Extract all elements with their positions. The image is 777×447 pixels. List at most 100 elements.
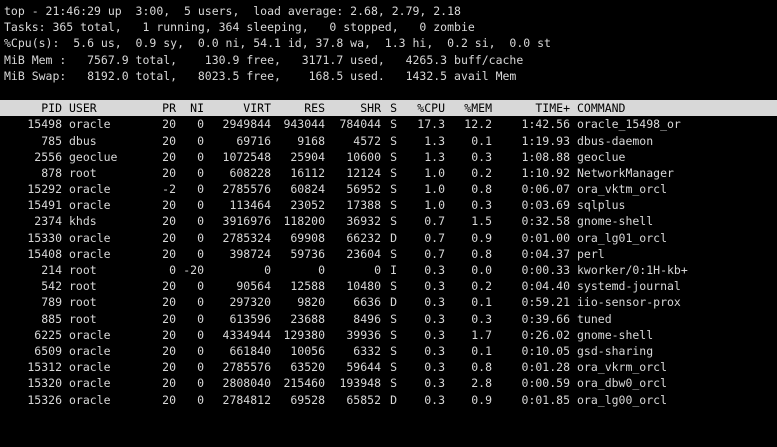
process-user: root [69,295,97,310]
process-s: S [390,343,397,358]
process-pid: 15491 [27,198,62,213]
process-row[interactable]: 15408 oracle 20 0 398724 59736 23604 S 0.7 0.8 0:0… [4,246,777,262]
process-cpu: 0.3 [424,343,445,358]
process-row[interactable]: 789 root 20 0 297320 9820 6636 D 0.3 0.1 0:59.21 ii… [4,294,777,310]
process-s: S [390,133,397,148]
process-virt: 661840 [229,343,271,358]
process-mem: 0.8 [471,182,492,197]
process-command: iio-sensor-prox [577,295,681,310]
process-row[interactable]: 2556 geoclue 20 0 1072548 25904 10600 S 1.3 0.3 1:… [4,149,777,165]
process-shr: 12124 [346,165,381,180]
process-row[interactable]: 15326 oracle 20 0 2784812 69528 65852 D 0.3 0.9 0:… [4,392,777,408]
process-virt: 90564 [236,279,271,294]
process-command: dbus-daemon [577,133,654,148]
process-row[interactable]: 15292 oracle -2 0 2785576 60824 56952 S 1.0 0.8 0:… [4,181,777,197]
process-pid: 785 [41,133,62,148]
process-row[interactable]: 6225 oracle 20 0 4334944 129380 39936 S 0.3 1.7 0:… [4,327,777,343]
process-virt: 398724 [229,246,271,261]
process-pr: 20 [162,214,176,229]
process-row[interactable]: 878 root 20 0 608228 16112 12124 S 1.0 0.2 1:10.92… [4,165,777,181]
process-virt: 2785576 [222,360,271,375]
process-row[interactable]: 542 root 20 0 90564 12588 10480 S 0.3 0.2 0:04.40 s… [4,278,777,294]
process-pr: 20 [162,133,176,148]
process-time: 1:10.92 [521,165,570,180]
process-command: gnome-shell [577,214,654,229]
col-cpu: %CPU [417,101,445,116]
process-res: 10056 [290,343,325,358]
process-command: kworker/0:1H-kb+ [577,263,688,277]
process-mem: 0.8 [471,360,492,375]
process-row[interactable]: 15330 oracle 20 0 2785324 69908 66232 D 0.7 0.9 0:… [4,230,777,246]
process-user: oracle [69,343,111,358]
process-virt: 2785324 [222,230,271,245]
process-mem: 0.2 [471,279,492,294]
process-s: D [390,392,397,407]
process-mem: 0.0 [471,263,492,277]
process-row[interactable]: 15320 oracle 20 0 2808040 215460 193948 S 0.3 2.8… [4,375,777,391]
process-pid: 15312 [27,360,62,375]
process-shr: 6636 [353,295,381,310]
process-command: geoclue [577,149,626,164]
process-s: I [390,263,397,277]
process-shr: 8496 [353,311,381,326]
process-row[interactable]: 15491 oracle 20 0 113464 23052 17388 S 1.0 0.3 0:0… [4,197,777,213]
terminal-window[interactable]: top - 21:46:29 up 3:00, 5 users, load av… [0,0,777,447]
process-command: NetworkManager [577,165,674,180]
process-row[interactable]: 785 dbus 20 0 69716 9168 4572 S 1.3 0.1 1:19.93 dbu… [4,133,777,149]
process-user: geoclue [69,149,118,164]
process-command: ora_lg01_orcl [577,230,668,245]
process-pr: 20 [162,295,176,310]
process-pr: 20 [162,149,176,164]
process-cpu: 1.3 [424,149,445,164]
process-row[interactable]: 2374 khds 20 0 3916976 118200 36932 S 0.7 1.5 0:32… [4,213,777,229]
process-ni: 0 [197,343,204,358]
process-s: S [390,198,397,213]
process-ni: 0 [197,198,204,213]
process-ni: 0 [197,230,204,245]
process-row[interactable]: 6509 oracle 20 0 661840 10056 6332 S 0.3 0.1 0:10.… [4,343,777,359]
process-virt: 3916976 [222,214,271,229]
process-pid: 214 [41,263,62,277]
process-shr: 65852 [346,392,381,407]
process-s: D [390,295,397,310]
process-row[interactable]: 885 root 20 0 613596 23688 8496 S 0.3 0.3 0:39.66 t… [4,311,777,327]
cpu-line: %Cpu(s): 5.6 us, 0.9 sy, 0.0 ni, 54.1 id… [4,36,551,51]
process-pr: 0 [169,263,176,277]
process-pid: 885 [41,311,62,326]
col-command: COMMAND [577,101,626,116]
process-virt: 1072548 [222,149,271,164]
process-shr: 784044 [339,117,381,132]
process-cpu: 1.0 [424,165,445,180]
process-ni: 0 [197,311,204,326]
process-virt: 69716 [236,133,271,148]
process-mem: 0.9 [471,392,492,407]
process-command: perl [577,246,605,261]
process-res: 23688 [290,311,325,326]
process-mem: 12.2 [464,117,492,132]
process-shr: 4572 [353,133,381,148]
process-pr: 20 [162,279,176,294]
process-row[interactable]: 15312 oracle 20 0 2785576 63520 59644 S 0.3 0.8 0:… [4,359,777,375]
process-time: 1:08.88 [521,149,570,164]
process-pr: 20 [162,327,176,342]
tasks-line: Tasks: 365 total, 1 running, 364 sleepin… [4,20,475,35]
process-time: 0:10.05 [521,343,570,358]
process-time: 0:26.02 [521,327,570,342]
process-pr: 20 [162,165,176,180]
process-command: gsd-sharing [577,343,654,358]
process-virt: 2785576 [222,182,271,197]
process-row[interactable]: 15498 oracle 20 0 2949844 943044 784044 S 17.3 12… [4,116,777,132]
process-ni: 0 [197,360,204,375]
process-ni: 0 [197,392,204,407]
process-virt: 613596 [229,311,271,326]
process-time: 1:19.93 [521,133,570,148]
process-pr: 20 [162,117,176,132]
process-ni: 0 [197,246,204,261]
process-res: 16112 [290,165,325,180]
process-row[interactable]: 214 root 0 -20 0 0 0 I 0.3 0.0 0:00.33 kworker/0:1H… [4,262,777,278]
process-cpu: 1.3 [424,133,445,148]
process-command: ora_vktm_orcl [577,182,668,197]
process-cpu: 1.0 [424,182,445,197]
process-virt: 0 [264,263,271,277]
